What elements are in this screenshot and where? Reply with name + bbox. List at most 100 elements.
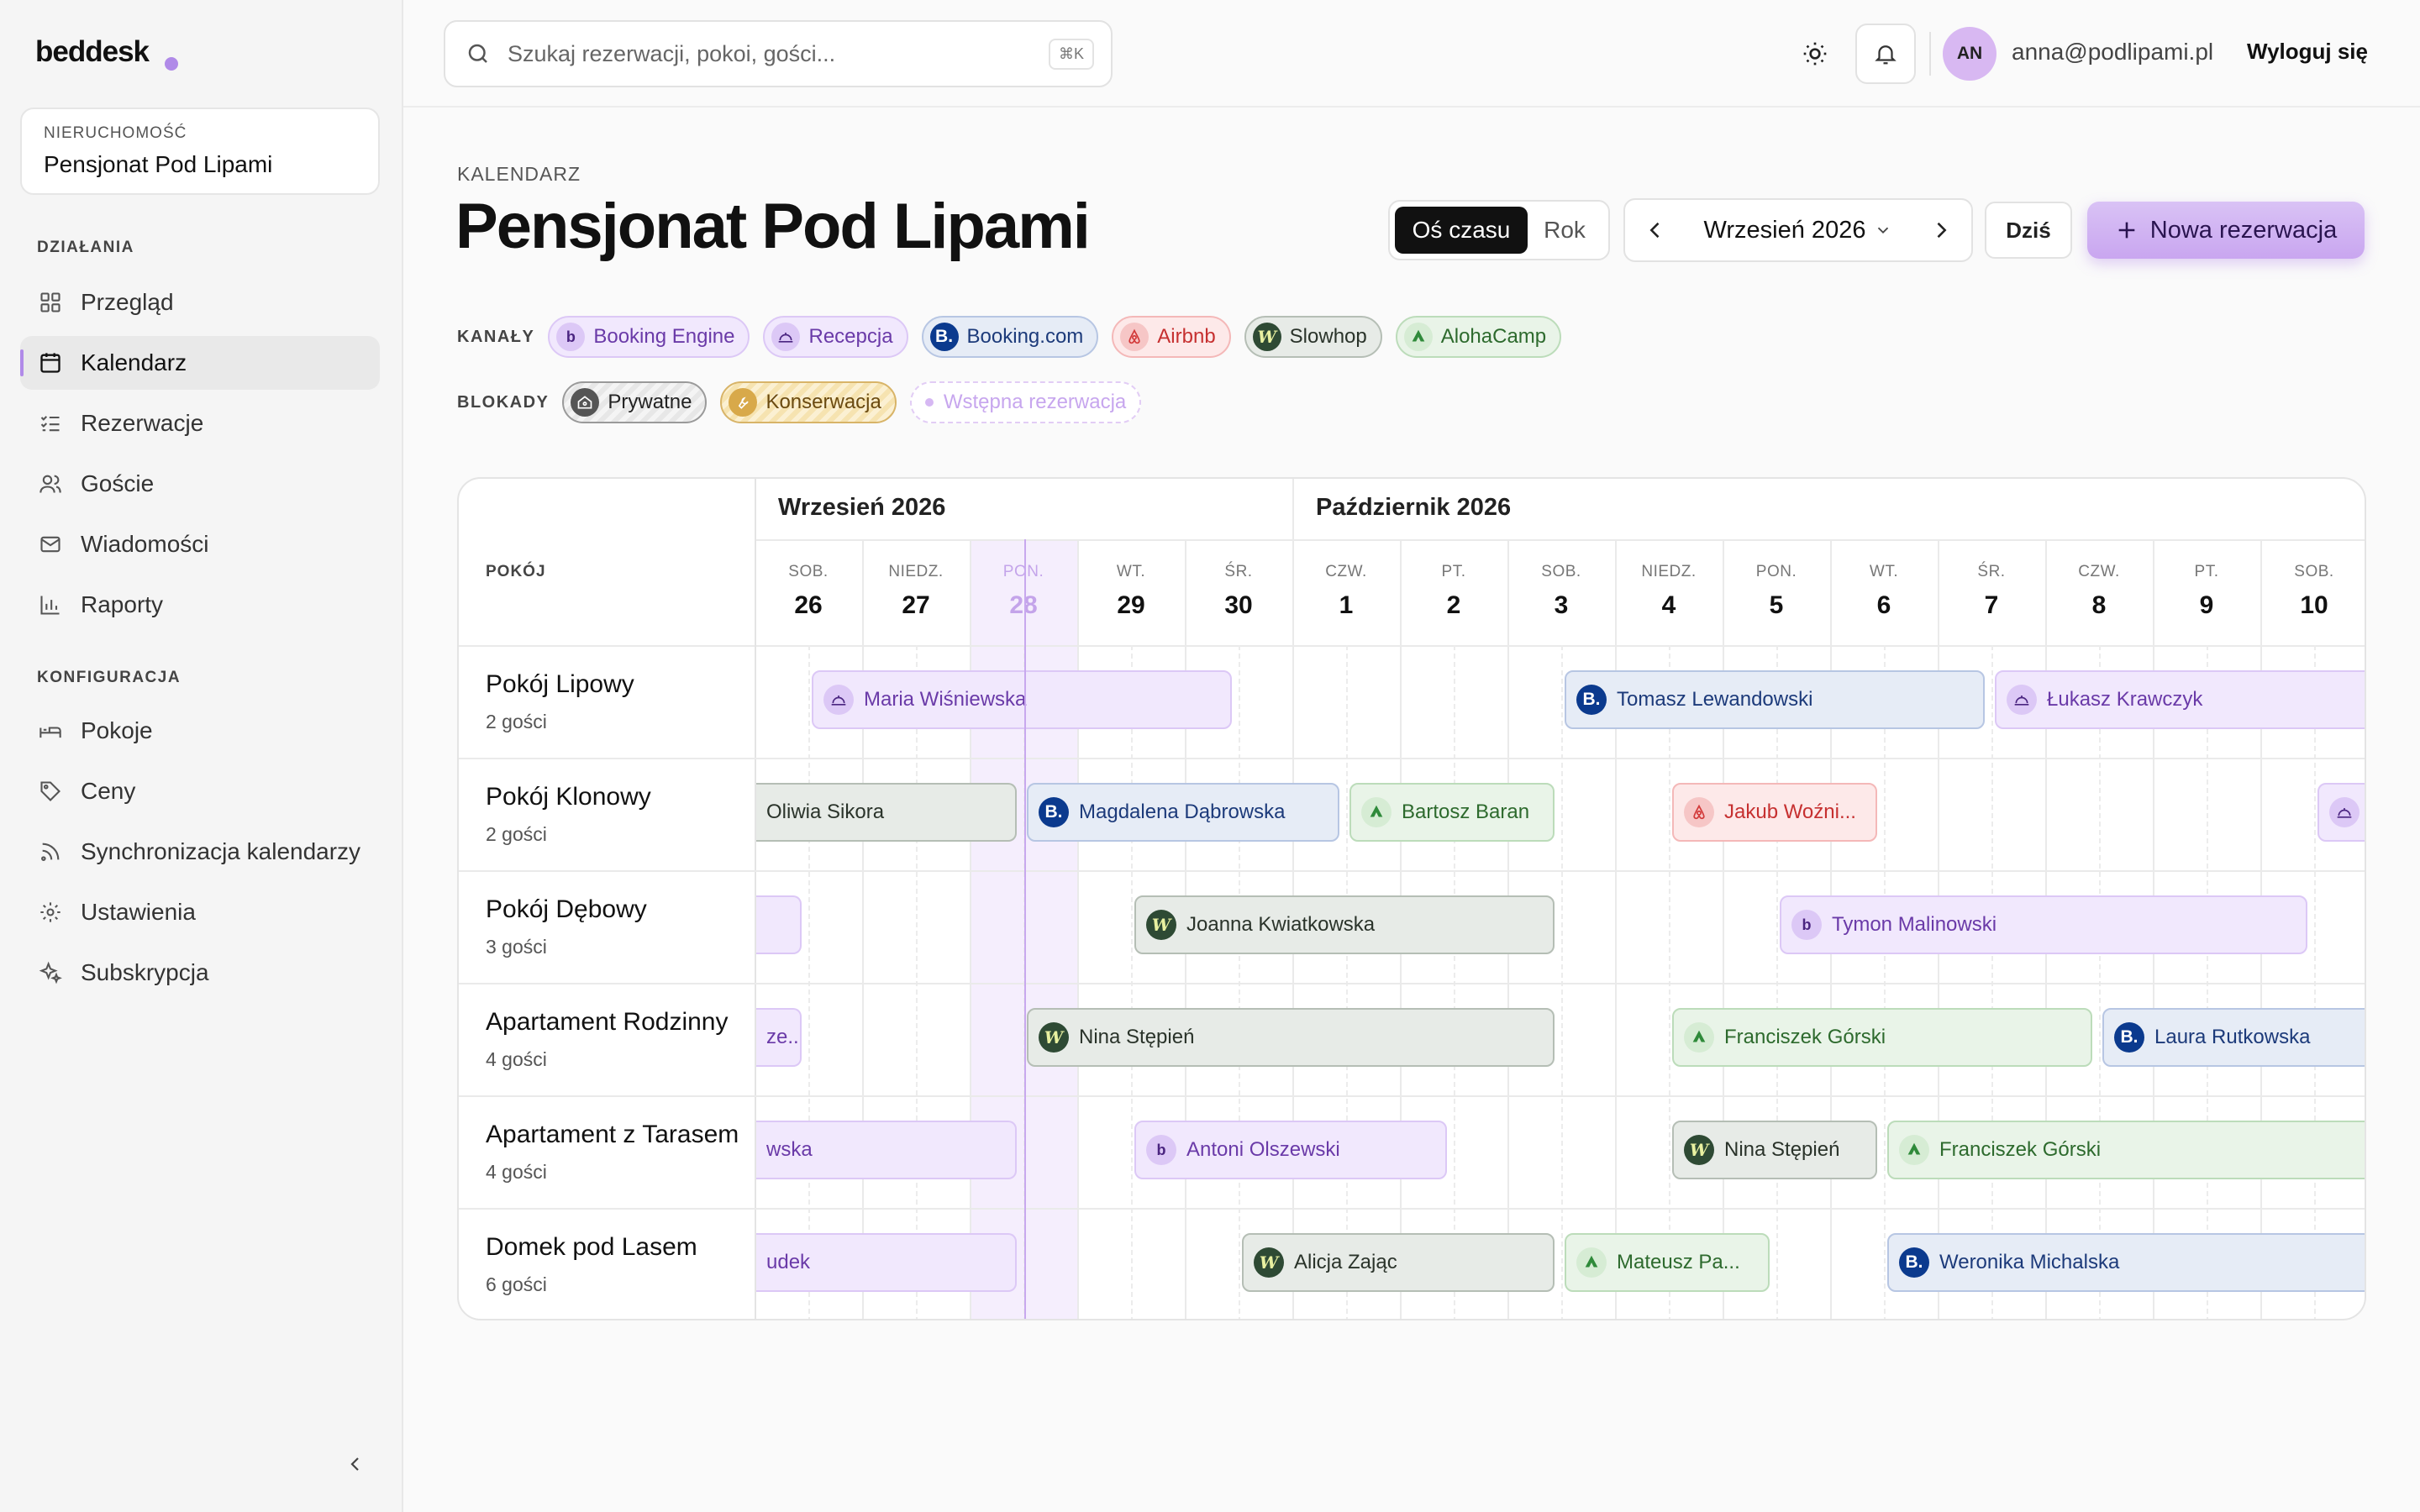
sidebar-item-kalendarz[interactable]: Kalendarz bbox=[20, 336, 380, 390]
sidebar-item-przeglad[interactable]: Przegląd bbox=[20, 276, 380, 329]
theme-toggle-button[interactable] bbox=[1785, 24, 1845, 84]
room-row-label[interactable]: Pokój Lipowy 2 gości bbox=[486, 670, 634, 733]
breadcrumb: KALENDARZ bbox=[457, 163, 581, 185]
booking-bar[interactable]: wska bbox=[756, 1121, 1017, 1179]
sun-icon bbox=[1803, 42, 1827, 66]
blocks-legend: BLOKADY Prywatne Konserwacja Wstępna rezer… bbox=[457, 381, 1155, 423]
day-number[interactable]: 29 bbox=[1077, 591, 1185, 620]
booking-bar[interactable] bbox=[756, 895, 802, 954]
notifications-button[interactable] bbox=[1855, 24, 1916, 84]
sidebar-item-raporty[interactable]: Raporty bbox=[20, 578, 380, 632]
legend-chip-ab[interactable]: Airbnb bbox=[1112, 316, 1231, 358]
booking-guest-name: Maria Wiśniewska bbox=[864, 688, 1027, 711]
month-header-october: Październik 2026 bbox=[1316, 494, 1512, 521]
room-row-label[interactable]: Pokój Klonowy 2 gości bbox=[486, 783, 651, 846]
avatar[interactable]: AN bbox=[1943, 27, 1996, 81]
booking-bar[interactable]: Franciszek Górski bbox=[1887, 1121, 2365, 1179]
sidebar-item-ceny[interactable]: Ceny bbox=[20, 764, 380, 818]
search-input[interactable] bbox=[508, 40, 1012, 67]
day-number[interactable]: 5 bbox=[1723, 591, 1830, 620]
booking-bar[interactable]: Mateusz Pa... bbox=[1565, 1233, 1770, 1292]
room-row-label[interactable]: Apartament Rodzinny 4 gości bbox=[486, 1008, 729, 1071]
legend-chip-label: Airbnb bbox=[1157, 325, 1216, 348]
room-row-label[interactable]: Pokój Dębowy 3 gości bbox=[486, 895, 647, 958]
legend-chip-al[interactable]: AlohaCamp bbox=[1395, 316, 1562, 358]
booking-guest-name: Alicja Zając bbox=[1294, 1251, 1397, 1273]
booking-bar[interactable]: W Nina Stępień bbox=[1672, 1121, 1877, 1179]
day-number[interactable]: 9 bbox=[2153, 591, 2260, 620]
legend-chip-rec[interactable]: Recepcja bbox=[763, 316, 908, 358]
alohacamp-icon bbox=[1403, 323, 1433, 351]
booking-bar[interactable]: Łukasz Krawczyk bbox=[1995, 670, 2365, 729]
booking-bar[interactable]: B. Magdalena Dąbrowska bbox=[1027, 783, 1339, 842]
legend-chip-bk[interactable]: B. Booking.com bbox=[921, 316, 1099, 358]
booking-bar[interactable]: B. Laura Rutkowska bbox=[2102, 1008, 2365, 1067]
day-number[interactable]: 6 bbox=[1830, 591, 1938, 620]
sidebar-item-pokoje[interactable]: Pokoje bbox=[20, 704, 380, 758]
booking-bar[interactable]: W Nina Stępień bbox=[1027, 1008, 1555, 1067]
day-number[interactable]: 26 bbox=[755, 591, 862, 620]
logout-button[interactable]: Wyloguj się bbox=[2247, 39, 2368, 65]
sidebar-item-label: Rezerwacje bbox=[81, 410, 204, 436]
day-number[interactable]: 30 bbox=[1185, 591, 1292, 620]
booking-bar[interactable]: ze... bbox=[756, 1008, 802, 1067]
collapse-sidebar-button[interactable] bbox=[341, 1450, 370, 1478]
app-logo[interactable]: beddesk bbox=[35, 35, 150, 69]
legend-chip-label: Slowhop bbox=[1289, 325, 1367, 348]
booking-guest-name: Joanna Kwiatkowska bbox=[1186, 913, 1376, 936]
sidebar-item-label: Synchronizacja kalendarzy bbox=[81, 838, 361, 864]
booking-bar[interactable] bbox=[2317, 783, 2365, 842]
day-number[interactable]: 7 bbox=[1938, 591, 2045, 620]
booking-bar[interactable]: W Alicja Zając bbox=[1242, 1233, 1555, 1292]
booking-bar[interactable]: B. Tomasz Lewandowski bbox=[1565, 670, 1985, 729]
room-row-label[interactable]: Domek pod Lasem 6 gości bbox=[486, 1233, 697, 1296]
day-number[interactable]: 4 bbox=[1615, 591, 1723, 620]
booking-bar[interactable]: Franciszek Górski bbox=[1672, 1008, 2092, 1067]
month-select[interactable]: Wrzesień 2026 bbox=[1704, 217, 1893, 244]
property-selector[interactable]: NIERUCHOMOŚĆ Pensjonat Pod Lipami bbox=[20, 108, 380, 195]
booking-guest-name: wska bbox=[766, 1138, 813, 1161]
booking-bar[interactable]: Oliwia Sikora bbox=[756, 783, 1017, 842]
sidebar-item-rezerwacje[interactable]: Rezerwacje bbox=[20, 396, 380, 450]
booking-bar[interactable]: W Joanna Kwiatkowska bbox=[1134, 895, 1555, 954]
sidebar-item-label: Przegląd bbox=[81, 289, 174, 315]
legend-chip-be[interactable]: b Booking Engine bbox=[548, 316, 750, 358]
section-actions-heading: DZIAŁANIA bbox=[37, 239, 134, 256]
day-number[interactable]: 3 bbox=[1507, 591, 1615, 620]
day-number[interactable]: 28 bbox=[970, 591, 1077, 620]
legend-chip-pr[interactable]: Prywatne bbox=[562, 381, 708, 423]
sidebar-item-goscie[interactable]: Goście bbox=[20, 457, 380, 511]
view-timeline-button[interactable]: Oś czasu bbox=[1395, 207, 1528, 254]
room-row-label[interactable]: Apartament z Tarasem 4 gości bbox=[486, 1121, 739, 1184]
booking-bar[interactable]: b Antoni Olszewski bbox=[1134, 1121, 1447, 1179]
plus-icon bbox=[2118, 222, 2135, 239]
day-number[interactable]: 1 bbox=[1292, 591, 1400, 620]
search-box[interactable]: ⌘K bbox=[444, 20, 1113, 87]
new-reservation-button[interactable]: Nowa rezerwacja bbox=[2087, 202, 2365, 259]
booking-bar[interactable]: Maria Wiśniewska bbox=[812, 670, 1232, 729]
chevron-left-icon[interactable] bbox=[1644, 218, 1667, 242]
legend-chip-ws[interactable]: Wstępna rezerwacja bbox=[909, 381, 1142, 423]
day-number[interactable]: 2 bbox=[1400, 591, 1507, 620]
view-year-button[interactable]: Rok bbox=[1528, 207, 1602, 254]
users-icon bbox=[37, 470, 64, 497]
today-button[interactable]: Dziś bbox=[1985, 202, 2072, 259]
day-number[interactable]: 27 bbox=[862, 591, 970, 620]
sidebar-item-ustawienia[interactable]: Ustawienia bbox=[20, 885, 380, 939]
legend-chip-ko[interactable]: Konserwacja bbox=[720, 381, 897, 423]
booking-bar[interactable]: Bartosz Baran bbox=[1349, 783, 1555, 842]
booking-bar[interactable]: Jakub Woźni... bbox=[1672, 783, 1877, 842]
reception-bell-icon bbox=[823, 685, 854, 715]
chevron-right-icon[interactable] bbox=[1929, 218, 1953, 242]
day-number[interactable]: 10 bbox=[2260, 591, 2365, 620]
day-of-week: ŚR. bbox=[1977, 563, 2006, 580]
sidebar-item-label: Wiadomości bbox=[81, 531, 209, 557]
booking-bar[interactable]: b Tymon Malinowski bbox=[1780, 895, 2307, 954]
legend-chip-sl[interactable]: W Slowhop bbox=[1244, 316, 1382, 358]
day-number[interactable]: 8 bbox=[2045, 591, 2153, 620]
sidebar-item-synchronizacja[interactable]: Synchronizacja kalendarzy bbox=[20, 825, 380, 879]
booking-bar[interactable]: B. Weronika Michalska bbox=[1887, 1233, 2365, 1292]
booking-bar[interactable]: udek bbox=[756, 1233, 1017, 1292]
sidebar-item-subskrypcja[interactable]: Subskrypcja bbox=[20, 946, 380, 1000]
sidebar-item-wiadomosci[interactable]: Wiadomości bbox=[20, 517, 380, 571]
